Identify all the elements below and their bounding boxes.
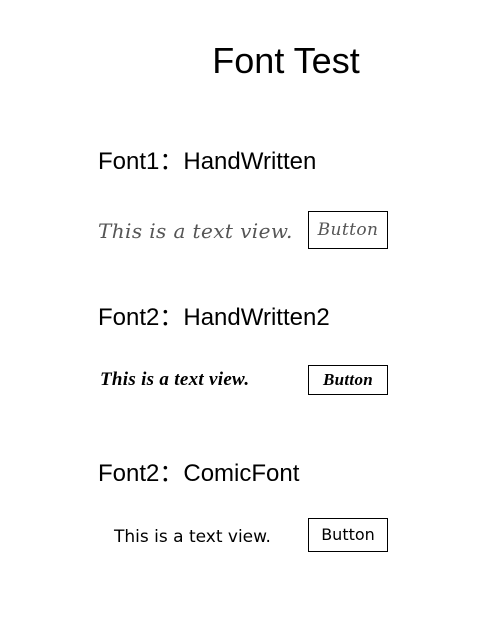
section-heading-comic: Font2：ComicFont (98, 460, 300, 487)
text-view-handwritten: This is a text view. (98, 219, 293, 243)
button-handwritten2[interactable]: Button (308, 365, 388, 395)
button-comic[interactable]: Button (308, 518, 388, 552)
section-heading-font1: Font1：HandWritten (98, 148, 317, 175)
section-heading-font2: Font2：HandWritten2 (98, 304, 330, 331)
page-title: Font Test (212, 40, 360, 81)
button-handwritten[interactable]: Button (308, 211, 388, 249)
text-view-handwritten2: This is a text view. (100, 369, 250, 390)
text-view-comic: This is a text view. (114, 527, 271, 547)
